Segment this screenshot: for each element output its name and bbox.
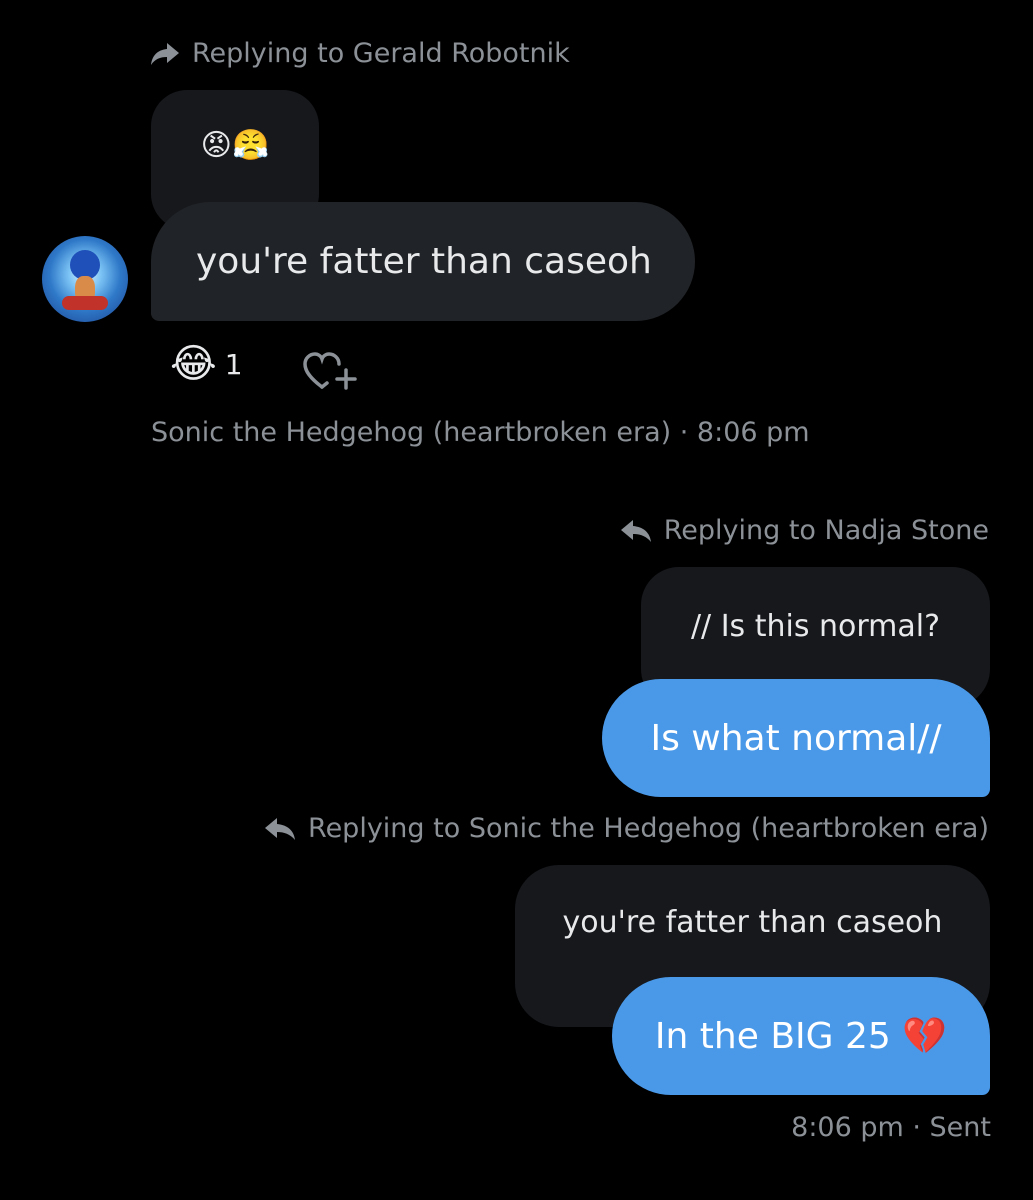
- reply-context: Replying to Nadja Stone: [620, 515, 989, 546]
- message-bubble[interactable]: In the BIG 25 💔: [612, 977, 990, 1095]
- reaction-chip[interactable]: 😂 1: [170, 344, 243, 384]
- quoted-message-text: you're fatter than caseoh: [562, 905, 943, 940]
- add-reaction-button[interactable]: [302, 350, 360, 396]
- message-text: you're fatter than caseoh: [196, 241, 652, 282]
- reply-context-text: Replying to Gerald Robotnik: [192, 38, 570, 69]
- forward-arrow-icon: [151, 42, 179, 65]
- quoted-message-text: 😡😤: [200, 128, 270, 163]
- message-bubble[interactable]: Is what normal//: [602, 679, 990, 797]
- message-text: In the BIG 25 💔: [654, 1016, 948, 1057]
- reply-context-text: Replying to Sonic the Hedgehog (heartbro…: [308, 813, 989, 844]
- laughing-emoji-icon: 😂: [170, 341, 217, 387]
- message-meta: Sonic the Hedgehog (heartbroken era) · 8…: [151, 417, 810, 448]
- reply-arrow-icon: [620, 519, 651, 542]
- reply-context-text: Replying to Nadja Stone: [663, 515, 989, 546]
- message-text: Is what normal//: [650, 717, 942, 759]
- heart-plus-icon: [303, 352, 357, 390]
- reaction-count: 1: [224, 347, 243, 381]
- sonic-avatar[interactable]: [42, 236, 128, 322]
- reply-arrow-icon: [265, 817, 296, 840]
- message-bubble[interactable]: you're fatter than caseoh: [151, 202, 695, 321]
- reply-context: Replying to Gerald Robotnik: [150, 38, 570, 69]
- message-meta: 8:06 pm · Sent: [791, 1112, 991, 1143]
- quoted-message-text: // Is this normal?: [690, 609, 941, 644]
- reply-context: Replying to Sonic the Hedgehog (heartbro…: [264, 813, 989, 844]
